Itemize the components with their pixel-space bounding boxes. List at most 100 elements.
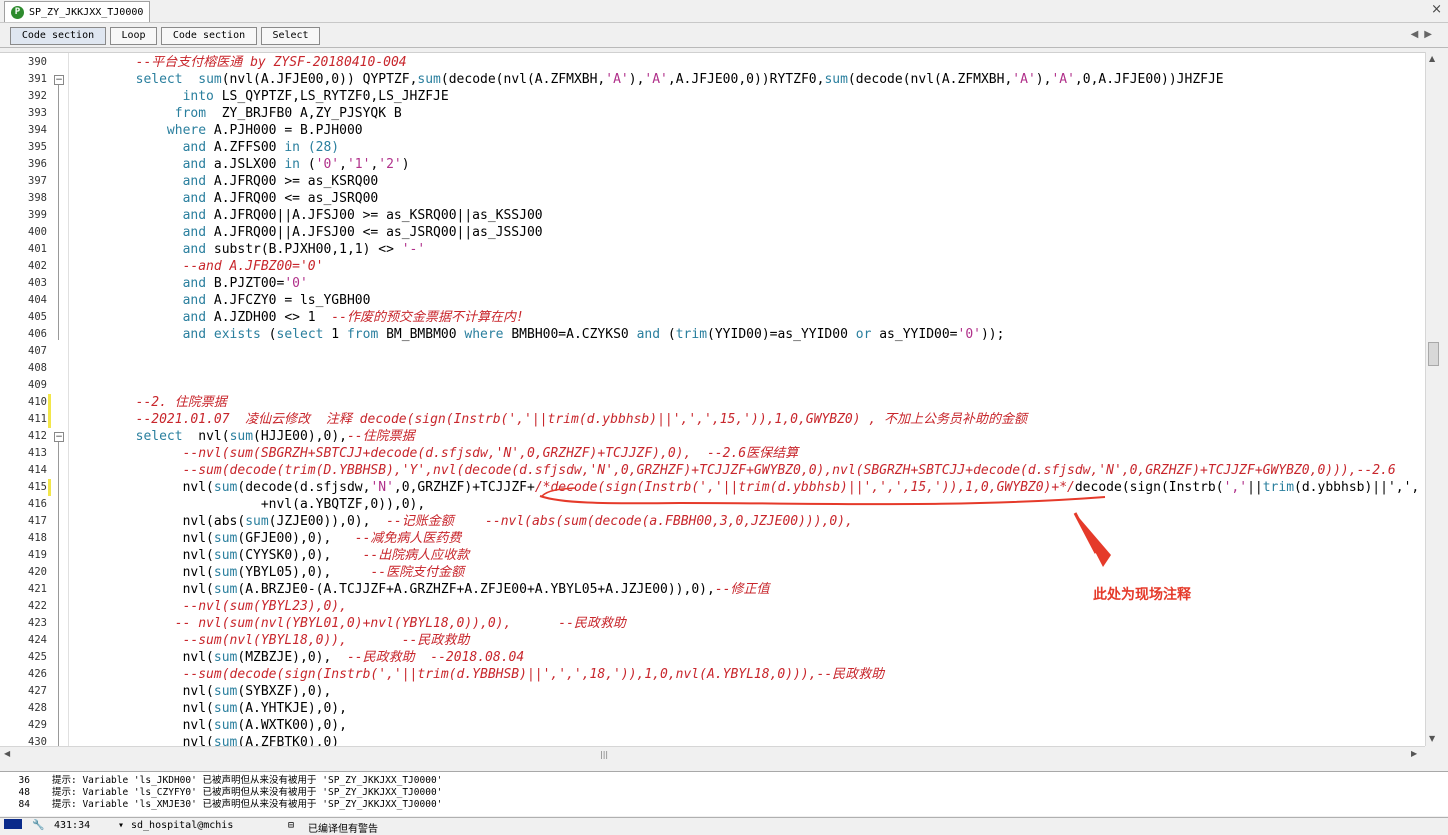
close-icon[interactable]: × bbox=[1431, 2, 1442, 17]
code-line[interactable]: and A.JFRQ00||A.JFSJ00 <= as_JSRQ00||as_… bbox=[73, 224, 543, 241]
code-section-button-2[interactable]: Code section bbox=[161, 27, 257, 45]
code-line[interactable]: --and A.JFBZ00='0' bbox=[73, 258, 324, 275]
compile-icon: ⊟ bbox=[288, 820, 295, 831]
line-number: 411 bbox=[28, 413, 47, 425]
code-line[interactable]: nvl(sum(CYYSK0),0), --出院病人应收款 bbox=[73, 547, 470, 564]
code-line[interactable]: nvl(abs(sum(JZJE00)),0), --记账金额 --nvl(ab… bbox=[73, 513, 853, 530]
vertical-scroll-thumb[interactable] bbox=[1428, 342, 1439, 366]
line-number: 404 bbox=[28, 294, 47, 306]
fold-icon[interactable]: − bbox=[54, 432, 64, 442]
line-number: 400 bbox=[28, 226, 47, 238]
scroll-down-icon[interactable]: ▼ bbox=[1429, 734, 1435, 743]
code-line[interactable]: nvl(sum(GFJE00),0), --减免病人医药费 bbox=[73, 530, 462, 547]
line-number: 409 bbox=[28, 379, 47, 391]
procedure-icon: P bbox=[11, 5, 24, 19]
line-number: 390 bbox=[28, 56, 47, 68]
code-line[interactable]: where A.PJH000 = B.PJH000 bbox=[73, 122, 363, 139]
code-line[interactable]: --sum(nvl(YBYL18,0)), --民政救助 bbox=[73, 632, 470, 649]
line-number: 424 bbox=[28, 634, 47, 646]
line-number: 420 bbox=[28, 566, 47, 578]
messages-pane: 36 提示: Variable 'ls_JKDH00' 已被声明但从来没有被用于 … bbox=[0, 771, 1448, 816]
code-line[interactable]: and A.JFRQ00 >= as_KSRQ00 bbox=[73, 173, 379, 190]
code-line[interactable]: nvl(sum(A.YHTKJE),0), bbox=[73, 700, 347, 717]
message-row[interactable]: 36 提示: Variable 'ls_JKDH00' 已被声明但从来没有被用于 … bbox=[0, 775, 443, 787]
line-number: 419 bbox=[28, 549, 47, 561]
change-marker bbox=[48, 394, 51, 411]
line-number: 422 bbox=[28, 600, 47, 612]
message-row[interactable]: 48 提示: Variable 'ls_CZYFY0' 已被声明但从来没有被用于 … bbox=[0, 787, 443, 799]
line-number: 423 bbox=[28, 617, 47, 629]
message-row[interactable]: 84 提示: Variable 'ls_XMJE30' 已被声明但从来没有被用于 … bbox=[0, 799, 443, 811]
code-line[interactable]: select sum(nvl(A.JFJE00,0)) QYPTZF,sum(d… bbox=[73, 71, 1224, 88]
line-number: 415 bbox=[28, 481, 47, 493]
line-number: 407 bbox=[28, 345, 47, 357]
cursor-position: 431:34 bbox=[54, 820, 91, 831]
code-line[interactable]: and substr(B.PJXH00,1,1) <> '-' bbox=[73, 241, 426, 258]
change-marker bbox=[48, 411, 51, 428]
code-line[interactable]: --平台支付榕医通 by ZYSF-20180410-004 bbox=[73, 54, 407, 71]
tab-procedure[interactable]: P SP_ZY_JKKJXX_TJ0000 bbox=[4, 1, 151, 22]
line-number: 421 bbox=[28, 583, 47, 595]
code-editor[interactable]: 390 391−392 393 394 395 396 397 398 399 400 401 402… bbox=[0, 52, 1425, 747]
code-line[interactable]: from ZY_BRJFB0 A,ZY_PJSYQK B bbox=[73, 105, 402, 122]
code-line[interactable]: --nvl(sum(SBGRZH+SBTCJJ+decode(d.sfjsdw,… bbox=[73, 445, 799, 462]
fold-guide bbox=[58, 85, 59, 340]
line-number: 401 bbox=[28, 243, 47, 255]
code-line[interactable]: and A.JFCZY0 = ls_YGBH00 bbox=[73, 292, 371, 309]
connection-label[interactable]: sd_hospital@mchis bbox=[131, 820, 233, 831]
scroll-up-icon[interactable]: ▲ bbox=[1429, 54, 1435, 63]
nav-arrows-icon[interactable]: ◀▶ bbox=[1411, 29, 1438, 40]
code-line[interactable]: +nvl(a.YBQTZF,0)),0), bbox=[73, 496, 425, 513]
line-number: 418 bbox=[28, 532, 47, 544]
code-line[interactable]: --sum(decode(trim(D.YBBHSB),'Y',nvl(deco… bbox=[73, 462, 1396, 479]
code-line[interactable]: nvl(sum(A.WXTK00),0), bbox=[73, 717, 347, 734]
code-line[interactable]: select nvl(sum(HJJE00),0),--住院票据 bbox=[73, 428, 415, 445]
fold-icon[interactable]: − bbox=[54, 75, 64, 85]
code-line[interactable]: into LS_QYPTZF,LS_RYTZF0,LS_JHZFJE bbox=[73, 88, 449, 105]
status-bar: 🔧 431:34 ▾ sd_hospital@mchis ⊟ 已编译但有警告 bbox=[0, 817, 1448, 835]
dropdown-icon[interactable]: ▾ bbox=[118, 820, 124, 831]
code-line[interactable]: nvl(sum(MZBZJE),0), --民政救助 --2018.08.04 bbox=[73, 649, 525, 666]
wrench-icon: 🔧 bbox=[32, 820, 45, 831]
horizontal-scrollbar[interactable]: ◀ ||| ▶ bbox=[0, 746, 1425, 762]
code-line[interactable]: and A.JZDH00 <> 1 --作废的预交金票据不计算在内! bbox=[73, 309, 524, 326]
vertical-scrollbar[interactable]: ▲ ▼ bbox=[1425, 52, 1440, 746]
change-marker bbox=[48, 479, 51, 496]
line-number: 391 bbox=[28, 73, 47, 85]
code-line[interactable]: --2021.01.07 凌仙云修改 注释 decode(sign(Instrb… bbox=[73, 411, 1027, 428]
code-line[interactable]: -- nvl(sum(nvl(YBYL01,0)+nvl(YBYL18,0)),… bbox=[73, 615, 626, 632]
line-number: 428 bbox=[28, 702, 47, 714]
line-number: 427 bbox=[28, 685, 47, 697]
line-number: 426 bbox=[28, 668, 47, 680]
select-button[interactable]: Select bbox=[261, 27, 320, 45]
code-line[interactable]: and a.JSLX00 in ('0','1','2') bbox=[73, 156, 410, 173]
tab-bar: P SP_ZY_JKKJXX_TJ0000 × bbox=[0, 0, 1448, 23]
code-line[interactable]: nvl(sum(A.BRZJE0-(A.TCJJZF+A.GRZHZF+A.ZF… bbox=[73, 581, 770, 598]
line-number: 397 bbox=[28, 175, 47, 187]
code-line[interactable]: --nvl(sum(YBYL23),0), bbox=[73, 598, 347, 615]
line-number: 412 bbox=[28, 430, 47, 442]
line-number: 402 bbox=[28, 260, 47, 272]
line-number: 429 bbox=[28, 719, 47, 731]
code-line[interactable]: nvl(sum(SYBXZF),0), bbox=[73, 683, 332, 700]
line-number: 414 bbox=[28, 464, 47, 476]
code-section-button[interactable]: Code section bbox=[10, 27, 106, 45]
scroll-right-icon[interactable]: ▶ bbox=[1411, 749, 1417, 758]
line-number: 406 bbox=[28, 328, 47, 340]
code-line[interactable]: and exists (select 1 from BM_BMBM00 wher… bbox=[73, 326, 1005, 343]
code-line[interactable]: nvl(sum(YBYL05),0), --医院支付金额 bbox=[73, 564, 465, 581]
horizontal-scroll-thumb[interactable]: ||| bbox=[600, 750, 610, 759]
code-line[interactable]: and A.JFRQ00 <= as_JSRQ00 bbox=[73, 190, 379, 207]
code-line[interactable]: and B.PJZT00='0' bbox=[73, 275, 308, 292]
code-line[interactable]: --2. 住院票据 bbox=[73, 394, 227, 411]
scroll-left-icon[interactable]: ◀ bbox=[4, 749, 10, 758]
code-line[interactable]: nvl(sum(decode(d.sfjsdw,'N',0,GRZHZF)+TC… bbox=[73, 479, 1420, 496]
line-number: 392 bbox=[28, 90, 47, 102]
line-number: 395 bbox=[28, 141, 47, 153]
code-line[interactable]: --sum(decode(sign(Instrb(','||trim(d.YBB… bbox=[73, 666, 885, 683]
fold-guide bbox=[58, 442, 59, 747]
code-line[interactable]: and A.JFRQ00||A.JFSJ00 >= as_KSRQ00||as_… bbox=[73, 207, 543, 224]
line-number: 398 bbox=[28, 192, 47, 204]
code-line[interactable]: and A.ZFFS00 in (28) bbox=[73, 139, 340, 156]
loop-button[interactable]: Loop bbox=[110, 27, 157, 45]
